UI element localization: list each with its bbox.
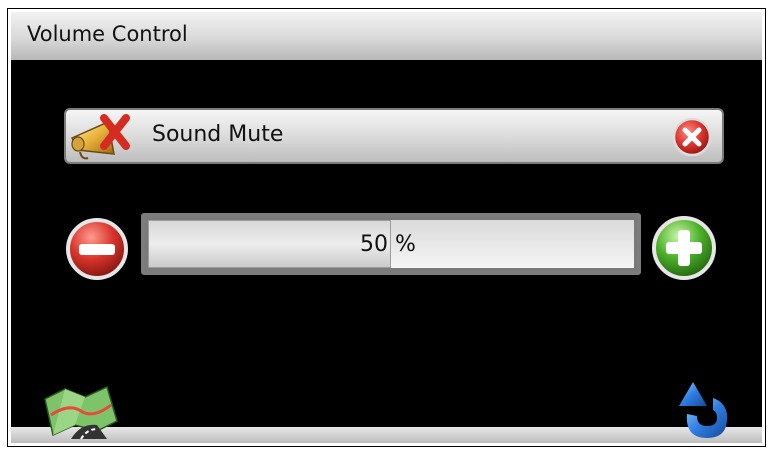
sound-mute-label: Sound Mute [152, 122, 284, 147]
title-bar: Volume Control [11, 12, 762, 60]
volume-slider[interactable]: 50 % [141, 213, 641, 275]
close-icon[interactable] [672, 117, 712, 157]
volume-decrease-button[interactable] [65, 217, 129, 281]
footer-bar [11, 427, 762, 443]
volume-increase-button[interactable] [651, 215, 717, 281]
window-title: Volume Control [27, 22, 188, 46]
volume-percent-number: 50 [360, 232, 388, 257]
speaker-muted-icon [70, 114, 130, 160]
volume-percent-unit: % [388, 232, 416, 257]
volume-value: 50 % [360, 232, 416, 257]
back-arrow-icon[interactable] [677, 380, 735, 442]
volume-level-fill [148, 220, 391, 268]
volume-track: 50 % [148, 220, 634, 268]
volume-control-window: Volume Control Sound Mute 50 % [8, 9, 765, 446]
sound-mute-button[interactable]: Sound Mute [64, 108, 724, 164]
map-icon[interactable] [41, 385, 121, 439]
